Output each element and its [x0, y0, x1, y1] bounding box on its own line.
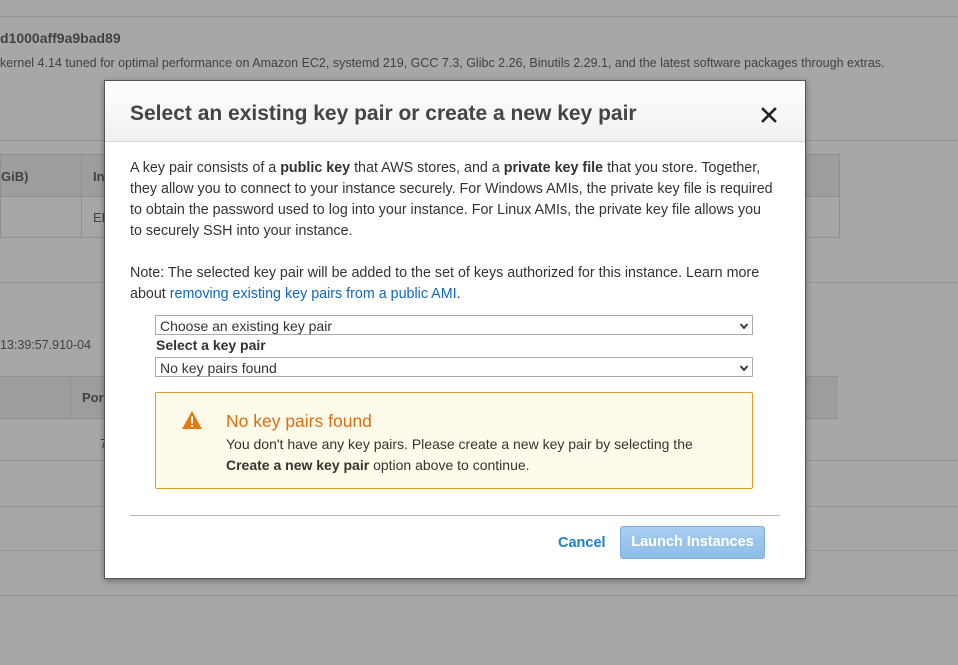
close-icon — [761, 107, 777, 123]
no-key-pairs-alert: No key pairs found You don't have any ke… — [155, 392, 753, 489]
select-value: Choose an existing key pair — [160, 318, 332, 334]
alert-message: You don't have any key pairs. Please cre… — [226, 436, 693, 473]
close-button[interactable] — [757, 103, 781, 127]
chevron-down-icon — [739, 365, 749, 372]
key-pair-action-select[interactable]: Choose an existing key pair — [155, 315, 753, 335]
chevron-down-icon — [739, 323, 749, 330]
key-pair-note: Note: The selected key pair will be adde… — [130, 265, 760, 302]
dialog-header: Select an existing key pair or create a … — [105, 81, 805, 142]
dialog-body: A key pair consists of a public key that… — [130, 158, 775, 305]
alert-title: No key pairs found — [226, 411, 372, 431]
removing-key-pairs-link[interactable]: removing existing key pairs from a publi… — [170, 286, 457, 302]
key-pair-dialog: Select an existing key pair or create a … — [104, 80, 806, 579]
key-pair-select[interactable]: No key pairs found — [155, 357, 753, 377]
footer-divider — [130, 515, 780, 516]
warning-icon — [182, 411, 202, 429]
dialog-title: Select an existing key pair or create a … — [130, 102, 637, 125]
select-key-pair-label: Select a key pair — [156, 337, 266, 353]
select-value: No key pairs found — [160, 360, 277, 376]
cancel-button[interactable]: Cancel — [558, 535, 606, 551]
key-pair-explanation: A key pair consists of a public key that… — [130, 160, 773, 239]
launch-instances-button[interactable]: Launch Instances — [620, 526, 765, 559]
